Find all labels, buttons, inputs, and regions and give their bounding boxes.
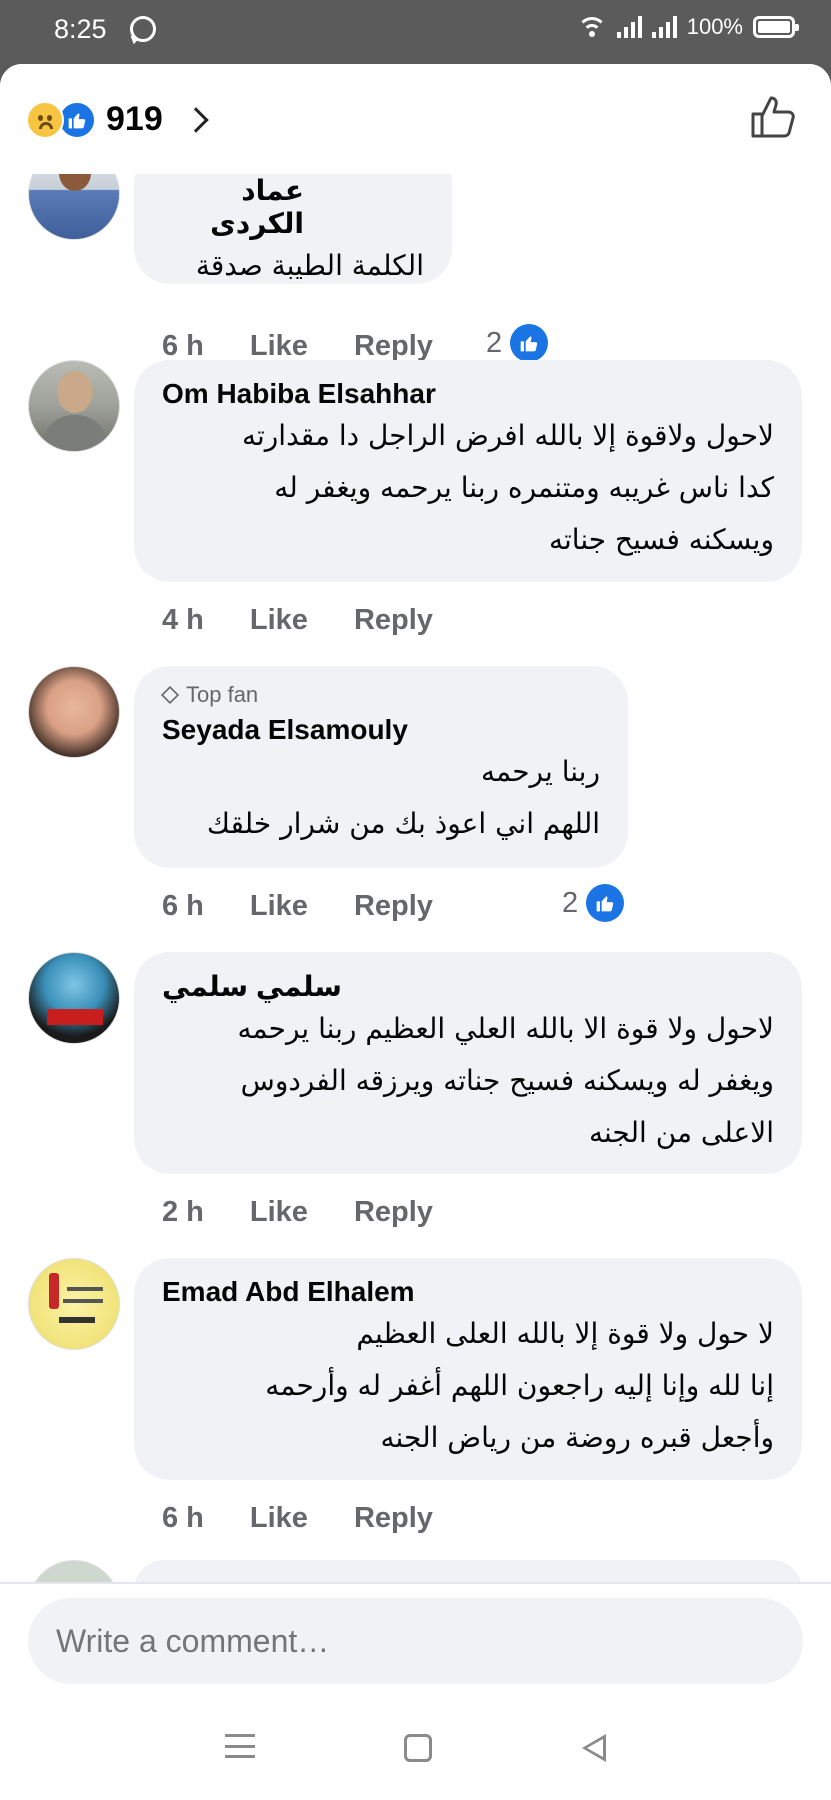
- reaction-count: 919: [106, 100, 163, 138]
- comments-sheet: 919 عماد الكردى الكلمة الطيبة صدقة 6 h L…: [0, 64, 831, 1800]
- signal-icon-2: [651, 16, 677, 38]
- comment-bubble: Emad Abd Elhalem لا حول ولا قوة إلا بالل…: [134, 1258, 802, 1480]
- comment-time: 4 h: [162, 604, 204, 636]
- whatsapp-icon: [130, 16, 156, 42]
- comment-bubble: [134, 1560, 802, 1582]
- system-nav-bar: [0, 1734, 831, 1762]
- reactions-header: 919: [0, 64, 831, 174]
- comment-author[interactable]: Seyada Elsamouly: [162, 714, 600, 746]
- comment-actions: 6 h Like Reply: [162, 890, 433, 923]
- comment-composer: [0, 1582, 831, 1800]
- comments-list: عماد الكردى الكلمة الطيبة صدقة 6 h Like …: [0, 174, 831, 1582]
- comment-like-count[interactable]: 2: [486, 324, 549, 362]
- like-icon: [586, 884, 625, 922]
- sad-reaction-icon: [26, 100, 64, 139]
- comment-time: 6 h: [162, 1502, 204, 1534]
- like-button[interactable]: Like: [250, 1502, 308, 1535]
- comment-bubble: عماد الكردى الكلمة الطيبة صدقة: [134, 174, 452, 284]
- back-icon[interactable]: [582, 1734, 607, 1762]
- battery-icon: [753, 16, 799, 38]
- comment-bubble: Top fan Seyada Elsamouly ربنا يرحمه الله…: [134, 666, 628, 868]
- avatar[interactable]: [28, 666, 120, 758]
- avatar[interactable]: [28, 1560, 120, 1582]
- wifi-icon: [576, 15, 607, 39]
- comment-text: لاحول ولا قوة الا بالله العلي العظيم ربن…: [237, 1012, 774, 1149]
- like-count-value: 2: [562, 886, 579, 919]
- chevron-right-icon[interactable]: [183, 106, 209, 133]
- top-fan-badge: Top fan: [160, 682, 600, 708]
- comment-text: الكلمة الطيبة صدقة: [195, 249, 424, 282]
- comment-author[interactable]: عماد الكردى: [162, 174, 424, 240]
- comment-actions: 6 h Like Reply: [162, 1502, 433, 1535]
- comment-time: 2 h: [162, 1196, 204, 1228]
- reply-button[interactable]: Reply: [354, 604, 433, 637]
- comment-bubble: Om Habiba Elsahhar لاحول ولاقوة إلا بالل…: [134, 360, 802, 582]
- avatar[interactable]: [28, 360, 120, 452]
- like-button[interactable]: Like: [250, 1196, 308, 1229]
- comment-like-count[interactable]: 2: [562, 884, 625, 922]
- comment-bubble: سلمي سلمي لاحول ولا قوة الا بالله العلي …: [134, 952, 802, 1174]
- reply-button[interactable]: Reply: [354, 330, 433, 363]
- like-button[interactable]: Like: [250, 330, 308, 363]
- comment-text: لا حول ولا قوة إلا بالله العلى العظيم إن…: [265, 1317, 774, 1454]
- comment-text: ربنا يرحمه اللهم اني اعوذ بك من شرار خلق…: [206, 755, 600, 840]
- status-time: 8:25: [54, 14, 107, 44]
- home-icon[interactable]: [404, 1734, 433, 1762]
- reply-button[interactable]: Reply: [354, 890, 433, 923]
- reply-button[interactable]: Reply: [354, 1502, 433, 1535]
- comment-author[interactable]: Emad Abd Elhalem: [162, 1276, 774, 1308]
- reply-button[interactable]: Reply: [354, 1196, 433, 1229]
- like-count-value: 2: [486, 326, 503, 359]
- comment-time: 6 h: [162, 890, 204, 922]
- comment-actions: 4 h Like Reply: [162, 604, 433, 637]
- status-bar: 8:25 100%: [0, 0, 831, 62]
- comment-author[interactable]: سلمي سلمي: [162, 970, 774, 1003]
- badge-label: Top fan: [186, 682, 259, 707]
- like-button[interactable]: Like: [250, 890, 308, 923]
- battery-percent: 100%: [686, 14, 743, 39]
- like-icon: [510, 324, 549, 362]
- avatar[interactable]: [28, 1258, 120, 1350]
- comment-actions: 6 h Like Reply: [162, 330, 433, 363]
- comment-actions: 2 h Like Reply: [162, 1196, 433, 1229]
- avatar[interactable]: [28, 174, 120, 240]
- reactions-summary[interactable]: 919: [26, 100, 209, 139]
- avatar[interactable]: [28, 952, 120, 1044]
- diamond-icon: [160, 685, 180, 705]
- comment-author[interactable]: Om Habiba Elsahhar: [162, 378, 774, 410]
- signal-icon: [616, 16, 642, 38]
- menu-icon[interactable]: [224, 1734, 255, 1758]
- like-button[interactable]: Like: [250, 604, 308, 637]
- comment-text: لاحول ولاقوة إلا بالله افرض الراجل دا مق…: [241, 419, 774, 556]
- comment-time: 6 h: [162, 330, 204, 362]
- like-post-icon[interactable]: [749, 94, 797, 140]
- comment-input[interactable]: [28, 1598, 803, 1684]
